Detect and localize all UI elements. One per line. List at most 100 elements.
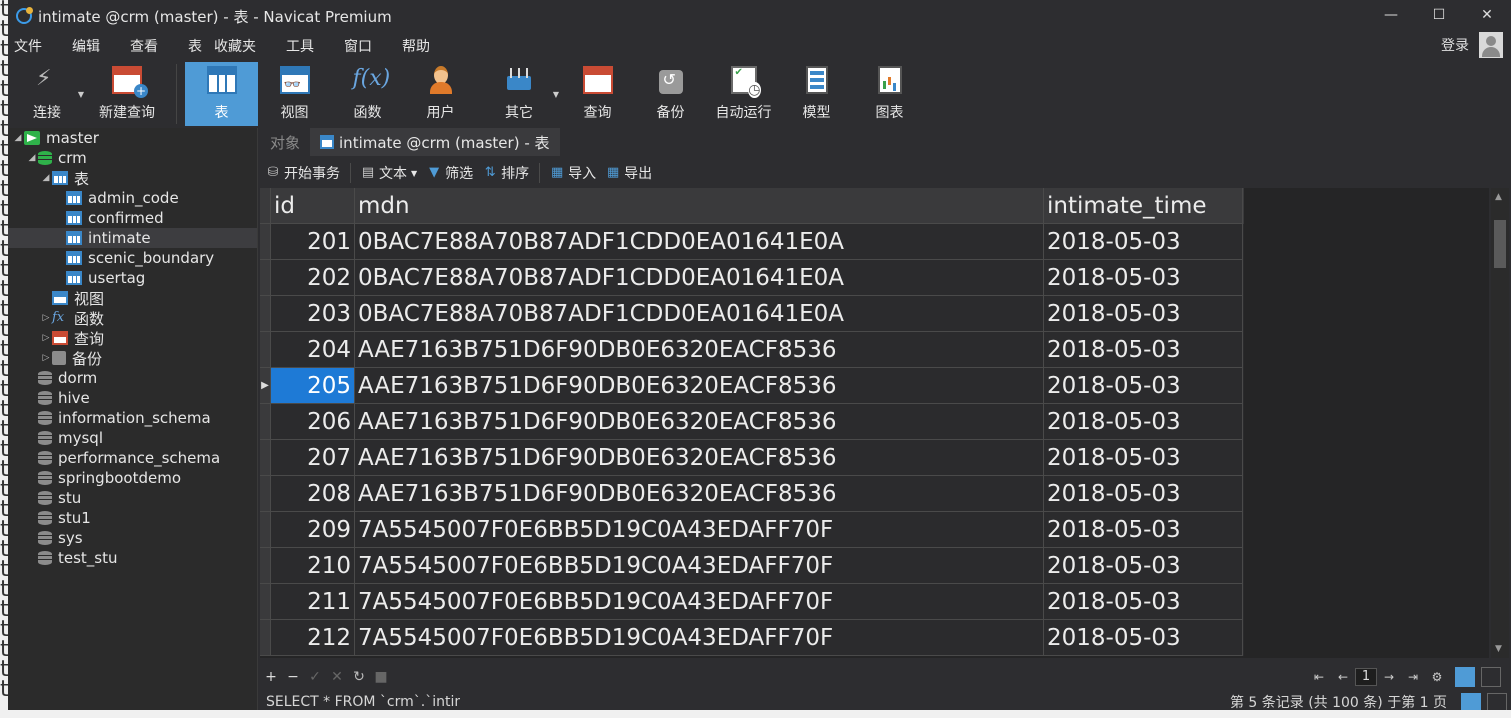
login-label[interactable]: 登录 <box>1441 35 1469 55</box>
cell-intimate-time[interactable]: 2018-05-03 <box>1044 512 1243 548</box>
tree-item--[interactable]: 视图 <box>8 288 257 308</box>
menu-file[interactable]: 文件 <box>14 36 42 56</box>
cell-mdn[interactable]: 0BAC7E88A70B87ADF1CDD0EA01641E0A <box>355 224 1044 260</box>
cell-id[interactable]: 202 <box>271 260 355 296</box>
minimize-button[interactable]: — <box>1367 0 1415 30</box>
cell-intimate-time[interactable]: 2018-05-03 <box>1044 620 1243 656</box>
menu-help[interactable]: 帮助 <box>402 36 430 56</box>
column-header-intimate-time[interactable]: intimate_time <box>1044 188 1243 224</box>
vertical-scrollbar[interactable]: ▲ ▼ <box>1491 188 1509 658</box>
sort-button[interactable]: ⇅ 排序 <box>483 163 529 183</box>
tree-item-mysql[interactable]: mysql <box>8 428 257 448</box>
tree-item-sys[interactable]: sys <box>8 528 257 548</box>
new-query-button[interactable]: 新建查询 <box>86 62 168 126</box>
cell-intimate-time[interactable]: 2018-05-03 <box>1044 296 1243 332</box>
cell-mdn[interactable]: 7A5545007F0E6BB5D19C0A43EDAFF70F <box>355 512 1044 548</box>
tree-item-dorm[interactable]: dorm <box>8 368 257 388</box>
dropdown-arrow-icon[interactable]: ▼ <box>411 169 417 178</box>
cell-intimate-time[interactable]: 2018-05-03 <box>1044 368 1243 404</box>
cell-id[interactable]: 212 <box>271 620 355 656</box>
column-header-mdn[interactable]: mdn <box>355 188 1044 224</box>
tree-item-stu1[interactable]: stu1 <box>8 508 257 528</box>
row-marker[interactable] <box>260 476 271 512</box>
refresh-button[interactable]: ↻ <box>348 669 370 685</box>
cell-id[interactable]: 205 <box>271 368 355 404</box>
cell-id[interactable]: 210 <box>271 548 355 584</box>
first-page-button[interactable]: ⇤ <box>1307 670 1331 684</box>
cell-mdn[interactable]: 0BAC7E88A70B87ADF1CDD0EA01641E0A <box>355 296 1044 332</box>
avatar-icon[interactable] <box>1479 32 1503 58</box>
view-button[interactable]: 视图 <box>258 62 331 126</box>
column-header-id[interactable]: id <box>271 188 355 224</box>
last-page-button[interactable]: ⇥ <box>1401 670 1425 684</box>
row-marker[interactable] <box>260 620 271 656</box>
auto-run-button[interactable]: 自动运行 <box>707 62 780 126</box>
cell-intimate-time[interactable]: 2018-05-03 <box>1044 440 1243 476</box>
tree-item-springbootdemo[interactable]: springbootdemo <box>8 468 257 488</box>
tree-item-stu[interactable]: stu <box>8 488 257 508</box>
row-marker[interactable] <box>260 404 271 440</box>
text-button[interactable]: ▤ 文本 ▼ <box>361 163 417 183</box>
function-button[interactable]: f(x) 函数 <box>331 62 404 126</box>
expand-arrow-icon[interactable]: ◢ <box>26 153 38 163</box>
expand-arrow-icon[interactable]: ▷ <box>40 333 52 343</box>
login-area[interactable]: 登录 <box>1441 32 1503 58</box>
tree-item-test-stu[interactable]: test_stu <box>8 548 257 568</box>
row-marker[interactable] <box>260 296 271 332</box>
cell-intimate-time[interactable]: 2018-05-03 <box>1044 476 1243 512</box>
current-row-indicator-icon[interactable]: ▶ <box>260 368 271 404</box>
stop-button[interactable]: ■ <box>370 669 392 685</box>
cell-id[interactable]: 211 <box>271 584 355 620</box>
cell-id[interactable]: 201 <box>271 224 355 260</box>
form-view-toggle[interactable] <box>1481 667 1501 687</box>
tree-item-admin-code[interactable]: admin_code <box>8 188 257 208</box>
chart-button[interactable]: 图表 <box>853 62 926 126</box>
cell-id[interactable]: 208 <box>271 476 355 512</box>
cell-id[interactable]: 203 <box>271 296 355 332</box>
tree-item-crm[interactable]: ◢ crm <box>8 148 257 168</box>
row-marker[interactable] <box>260 260 271 296</box>
user-button[interactable]: 用户 <box>404 62 477 126</box>
cell-id[interactable]: 206 <box>271 404 355 440</box>
settings-gear-icon[interactable]: ⚙ <box>1425 670 1449 684</box>
menu-table[interactable]: 表 <box>188 36 202 56</box>
menu-tools[interactable]: 工具 <box>286 36 314 56</box>
filter-button[interactable]: ▼ 筛选 <box>427 163 473 183</box>
cell-intimate-time[interactable]: 2018-05-03 <box>1044 332 1243 368</box>
tree-item-hive[interactable]: hive <box>8 388 257 408</box>
cell-mdn[interactable]: AAE7163B751D6F90DB0E6320EACF8536 <box>355 440 1044 476</box>
tab-objects[interactable]: 对象 <box>260 128 310 156</box>
cell-intimate-time[interactable]: 2018-05-03 <box>1044 260 1243 296</box>
cell-mdn[interactable]: 7A5545007F0E6BB5D19C0A43EDAFF70F <box>355 584 1044 620</box>
cell-id[interactable]: 209 <box>271 512 355 548</box>
cell-id[interactable]: 204 <box>271 332 355 368</box>
add-record-button[interactable]: + <box>260 669 282 685</box>
row-marker[interactable] <box>260 332 271 368</box>
tree-item-information-schema[interactable]: information_schema <box>8 408 257 428</box>
menu-favorites[interactable]: 收藏夹 <box>214 36 256 56</box>
prev-page-button[interactable]: ← <box>1331 670 1355 684</box>
next-page-button[interactable]: → <box>1377 670 1401 684</box>
begin-transaction-button[interactable]: ⛁ 开始事务 <box>266 163 340 183</box>
cell-mdn[interactable]: AAE7163B751D6F90DB0E6320EACF8536 <box>355 476 1044 512</box>
tree-item--[interactable]: ▷ 查询 <box>8 328 257 348</box>
menu-window[interactable]: 窗口 <box>344 36 372 56</box>
cell-intimate-time[interactable]: 2018-05-03 <box>1044 224 1243 260</box>
tree-item-performance-schema[interactable]: performance_schema <box>8 448 257 468</box>
page-number-input[interactable]: 1 <box>1355 668 1377 686</box>
row-marker[interactable] <box>260 548 271 584</box>
dropdown-arrow-icon[interactable]: ▼ <box>553 90 559 99</box>
menu-view[interactable]: 查看 <box>130 36 158 56</box>
table-button[interactable]: 表 <box>185 62 258 126</box>
tab-intimate-table[interactable]: intimate @crm (master) - 表 <box>310 128 560 156</box>
cell-mdn[interactable]: 0BAC7E88A70B87ADF1CDD0EA01641E0A <box>355 260 1044 296</box>
row-marker[interactable] <box>260 440 271 476</box>
tree-item-usertag[interactable]: usertag <box>8 268 257 288</box>
cell-mdn[interactable]: AAE7163B751D6F90DB0E6320EACF8536 <box>355 404 1044 440</box>
tree-item-scenic-boundary[interactable]: scenic_boundary <box>8 248 257 268</box>
grid-view-toggle[interactable] <box>1455 667 1475 687</box>
expand-arrow-icon[interactable]: ◢ <box>40 173 52 183</box>
query-button[interactable]: 查询 <box>561 62 634 126</box>
other-button[interactable]: 其它 ▼ <box>477 62 561 126</box>
cell-mdn[interactable]: AAE7163B751D6F90DB0E6320EACF8536 <box>355 332 1044 368</box>
